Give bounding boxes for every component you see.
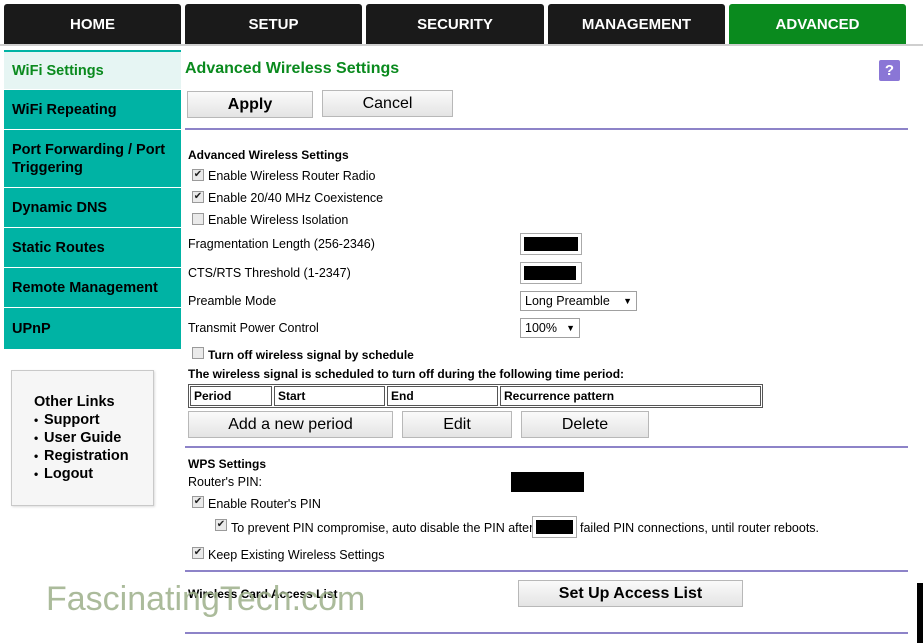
watermark: FascinatingTech.com <box>46 580 366 618</box>
separator <box>185 632 908 634</box>
failed-attempts-input[interactable] <box>532 516 577 538</box>
redacted-value <box>536 520 573 534</box>
router-pin-label: Router's PIN: <box>188 475 262 489</box>
tab-underline <box>0 44 923 46</box>
prevent-pin-suffix: failed PIN connections, until router reb… <box>580 521 820 535</box>
link-support[interactable]: • Support <box>34 411 153 429</box>
sidebar-item-upnp[interactable]: UPnP <box>4 308 181 350</box>
sidebar-item-wifi-repeating[interactable]: WiFi Repeating <box>4 90 181 130</box>
link-logout[interactable]: • Logout <box>34 465 153 483</box>
enable-radio-label: Enable Wireless Router Radio <box>208 169 376 183</box>
sidebar-item-remote-management[interactable]: Remote Management <box>4 268 181 308</box>
prevent-pin-checkbox[interactable]: ✔ <box>215 519 227 531</box>
wps-section-heading: WPS Settings <box>188 457 267 471</box>
help-icon[interactable]: ? <box>879 60 900 81</box>
separator <box>185 570 908 572</box>
add-period-button[interactable]: Add a new period <box>188 411 393 438</box>
page-title: Advanced Wireless Settings <box>185 60 400 77</box>
enable-radio-checkbox[interactable]: ✔ <box>192 169 204 181</box>
coexistence-checkbox[interactable]: ✔ <box>192 191 204 203</box>
other-links-title: Other Links <box>34 394 115 410</box>
bullet-icon: • <box>34 413 39 427</box>
dropdown-arrow-icon: ▼ <box>623 296 632 306</box>
setup-access-list-button[interactable]: Set Up Access List <box>518 580 743 607</box>
link-registration[interactable]: • Registration <box>34 447 153 465</box>
keep-settings-label: Keep Existing Wireless Settings <box>208 548 385 562</box>
delete-button[interactable]: Delete <box>521 411 649 438</box>
separator <box>185 128 908 130</box>
tab-management[interactable]: MANAGEMENT <box>548 4 725 44</box>
isolation-label: Enable Wireless Isolation <box>208 213 349 227</box>
schedule-table: Period Start End Recurrence pattern <box>188 384 763 408</box>
prevent-pin-label: To prevent PIN compromise, auto disable … <box>231 521 534 535</box>
transmit-power-label: Transmit Power Control <box>188 321 319 335</box>
coexistence-label: Enable 20/40 MHz Coexistence <box>208 191 384 205</box>
enable-pin-label: Enable Router's PIN <box>208 497 321 511</box>
column-header-period: Period <box>190 386 272 406</box>
redacted-value <box>524 266 576 280</box>
link-user-guide[interactable]: • User Guide <box>34 429 153 447</box>
cts-rts-label: CTS/RTS Threshold (1-2347) <box>188 266 351 280</box>
isolation-checkbox[interactable] <box>192 213 204 225</box>
sidebar-item-dynamic-dns[interactable]: Dynamic DNS <box>4 188 181 228</box>
preamble-value: Long Preamble <box>525 294 610 308</box>
router-pin-value <box>511 472 584 492</box>
bullet-icon: • <box>34 467 39 481</box>
sidebar-item-static-routes[interactable]: Static Routes <box>4 228 181 268</box>
fragmentation-input[interactable] <box>520 233 582 255</box>
bullet-icon: • <box>34 449 39 463</box>
transmit-power-value: 100% <box>525 321 557 335</box>
column-header-recurrence: Recurrence pattern <box>500 386 761 406</box>
bullet-icon: • <box>34 431 39 445</box>
edit-button[interactable]: Edit <box>402 411 512 438</box>
column-header-start: Start <box>274 386 385 406</box>
enable-pin-checkbox[interactable]: ✔ <box>192 496 204 508</box>
preamble-label: Preamble Mode <box>188 294 277 308</box>
cts-rts-input[interactable] <box>520 262 582 284</box>
sidebar-item-port-forwarding[interactable]: Port Forwarding / Port Triggering <box>4 130 181 188</box>
preamble-select[interactable]: Long Preamble ▼ <box>520 291 637 311</box>
tab-setup[interactable]: SETUP <box>185 4 362 44</box>
cancel-button[interactable]: Cancel <box>322 90 453 117</box>
other-links-box: Other Links • Support • User Guide • Regist… <box>11 370 154 506</box>
column-header-end: End <box>387 386 498 406</box>
separator <box>185 446 908 448</box>
sidebar-item-wifi-settings[interactable]: WiFi Settings <box>4 50 181 90</box>
tab-advanced[interactable]: ADVANCED <box>729 4 906 44</box>
scrollbar-edge <box>917 583 923 643</box>
schedule-description: The wireless signal is scheduled to turn… <box>188 367 625 381</box>
advanced-section-heading: Advanced Wireless Settings <box>188 148 349 162</box>
tab-security[interactable]: SECURITY <box>366 4 544 44</box>
apply-button[interactable]: Apply <box>187 91 313 118</box>
redacted-value <box>524 237 578 251</box>
tab-home[interactable]: HOME <box>4 4 181 44</box>
transmit-power-select[interactable]: 100% ▼ <box>520 318 580 338</box>
dropdown-arrow-icon: ▼ <box>566 323 575 333</box>
fragmentation-label: Fragmentation Length (256-2346) <box>188 237 375 251</box>
schedule-checkbox[interactable] <box>192 347 204 359</box>
schedule-label: Turn off wireless signal by schedule <box>208 348 414 362</box>
keep-settings-checkbox[interactable]: ✔ <box>192 547 204 559</box>
